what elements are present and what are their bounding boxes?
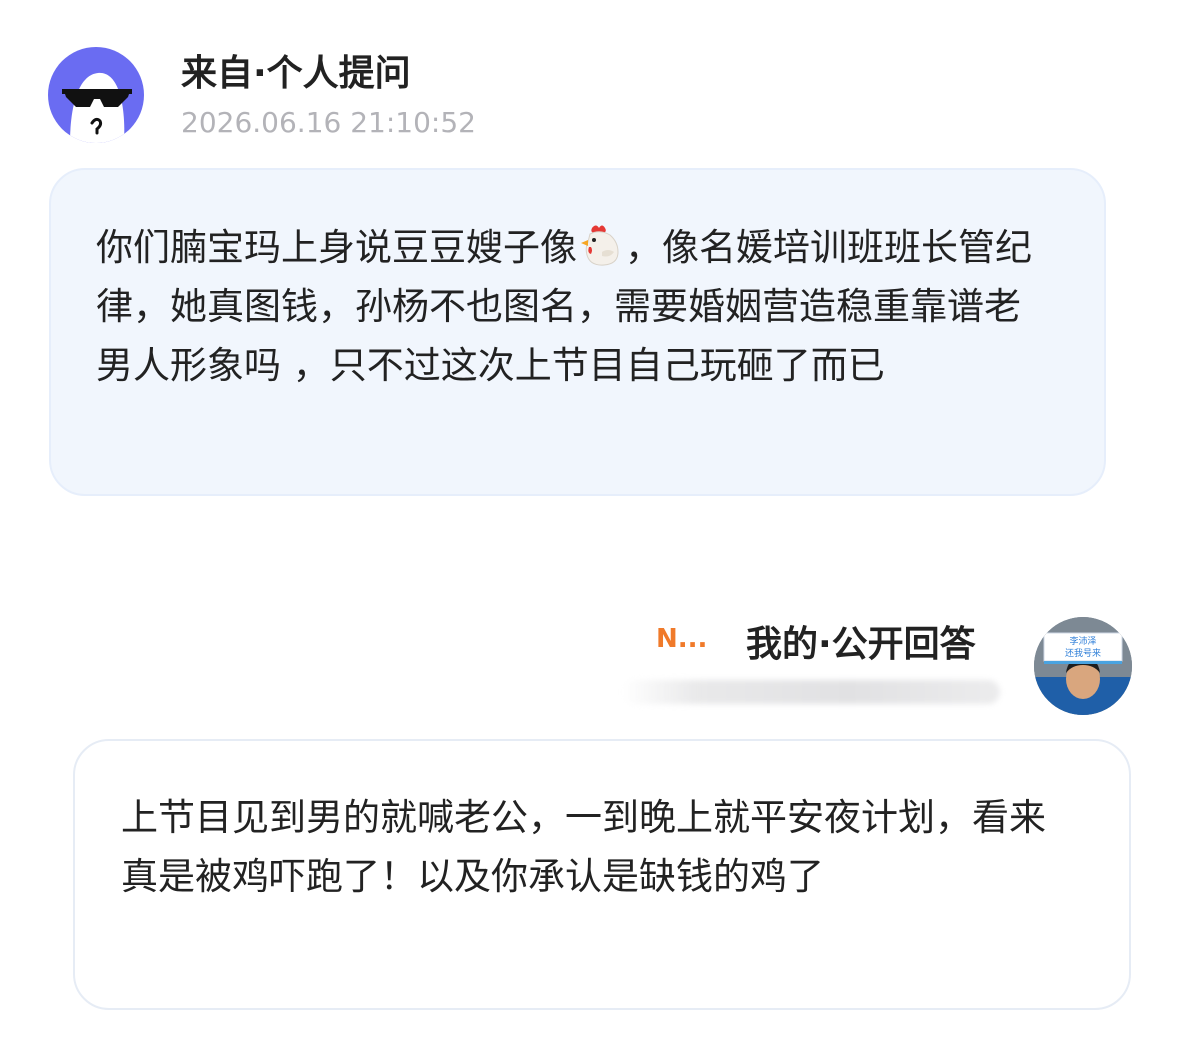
blurred-subtitle [622,680,1000,704]
qa-card-screen: 来自·个人提问 2026.06.16 21:10:52 你们腩宝玛上身说豆豆嫂子… [0,0,1179,1046]
chicken-emoji-icon [578,222,624,268]
question-timestamp: 2026.06.16 21:10:52 [181,106,476,139]
answer-sender-label: 我的·公开回答 [746,624,976,665]
avatar-sign-line2: 还我号来 [1065,647,1101,659]
avatar-sign-line1: 李沛泽 [1069,635,1096,647]
answer-text[interactable]: 上节目见到男的就喊老公，一到晚上就平安夜计划，看来真是被鸡吓跑了！以及你承认是缺… [121,788,1061,906]
question-text[interactable]: 你们腩宝玛上身说豆豆嫂子像 ，像名媛培训班班长管纪律，她真图钱，孙杨不也图名，需… [96,218,1056,395]
question-text-part1: 你们腩宝玛上身说豆豆嫂子像 [96,226,577,269]
question-sender-label: 来自·个人提问 [181,53,411,94]
answer-tag[interactable]: N... [656,622,707,656]
user-avatar[interactable]: 李沛泽 还我号来 [1034,617,1132,715]
sunglasses-ghost-icon[interactable] [48,47,144,143]
